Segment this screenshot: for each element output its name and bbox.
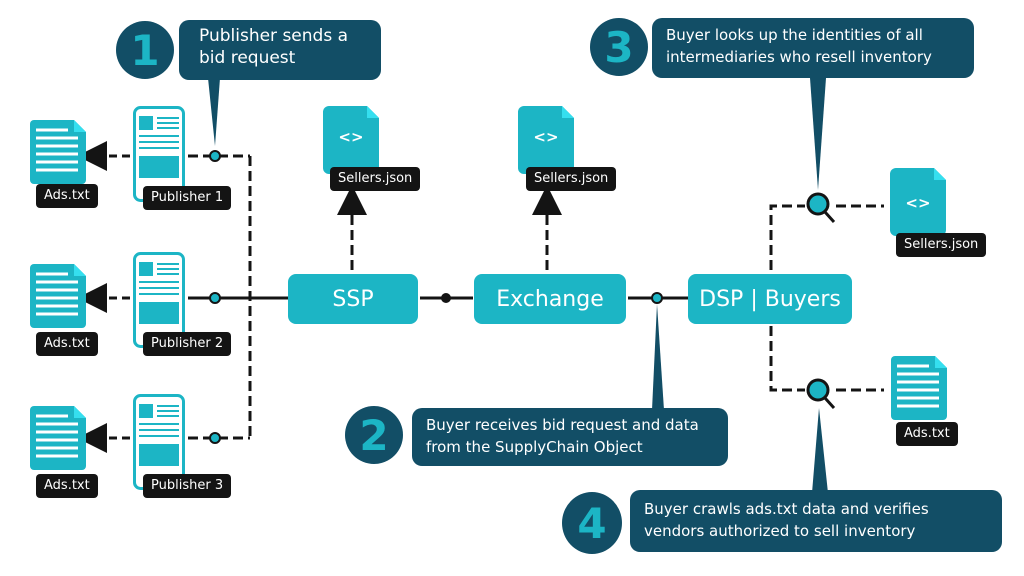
sellers-json-label: Sellers.json: [330, 167, 421, 191]
code-glyph: <>: [338, 128, 364, 146]
step-badge-3: 3: [590, 18, 648, 76]
ads-txt-label: Ads.txt: [896, 422, 958, 446]
magnifier-icon: [806, 378, 836, 410]
sellers-json-label: Sellers.json: [896, 233, 987, 257]
code-file-icon: <>: [890, 168, 946, 236]
code-glyph: <>: [905, 194, 931, 212]
sellers-json-label: Sellers.json: [526, 167, 617, 191]
step-badge-4: 4: [562, 492, 622, 554]
publisher-label: Publisher 1: [143, 186, 232, 210]
ads-txt-file-icon: [891, 356, 947, 420]
dsp-buyers-node: DSP | Buyers: [688, 274, 852, 324]
ads-txt-label: Ads.txt: [36, 332, 98, 356]
ads-txt-file-icon: [30, 406, 86, 470]
code-file-icon: <>: [518, 106, 574, 174]
ads-txt-label: Ads.txt: [36, 184, 98, 208]
step-badge-1: 1: [116, 21, 174, 79]
step-badge-2: 2: [345, 406, 403, 464]
code-glyph: <>: [533, 128, 559, 146]
ads-txt-label: Ads.txt: [36, 474, 98, 498]
magnifier-icon: [806, 192, 836, 224]
step-2-callout: Buyer receives bid request and data from…: [412, 408, 728, 466]
ssp-node: SSP: [288, 274, 418, 324]
exchange-node: Exchange: [474, 274, 626, 324]
step-4-callout: Buyer crawls ads.txt data and verifies v…: [630, 490, 1002, 552]
publisher-label: Publisher 2: [143, 332, 232, 356]
step-1-callout: Publisher sends a bid request: [179, 20, 381, 80]
ads-txt-file-icon: [30, 264, 86, 328]
code-file-icon: <>: [323, 106, 379, 174]
publisher-label: Publisher 3: [143, 474, 232, 498]
step-3-callout: Buyer looks up the identities of all int…: [652, 18, 974, 78]
ads-txt-file-icon: [30, 120, 86, 184]
